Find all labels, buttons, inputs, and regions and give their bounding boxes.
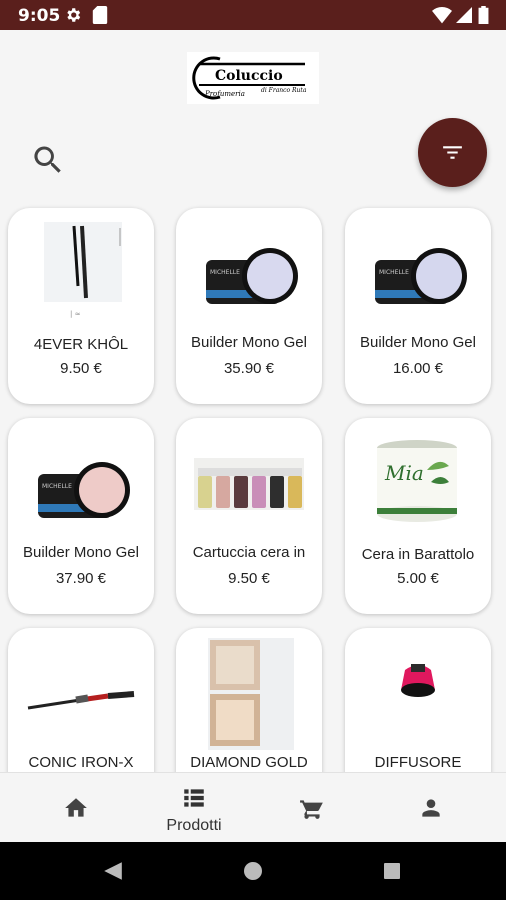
sd-card-icon xyxy=(92,6,108,24)
product-name: Builder Mono Gel xyxy=(23,544,139,561)
svg-text:Profumeria: Profumeria xyxy=(204,90,245,98)
bottom-navigation: Prodotti xyxy=(0,772,506,843)
product-image-compact-powder xyxy=(176,628,322,750)
product-name: DIAMOND GOLD xyxy=(190,754,308,771)
product-card[interactable]: MICHELLE Builder Mono Gel 37.90 € xyxy=(8,418,154,614)
search-button[interactable] xyxy=(30,142,66,178)
brand-logo: Coluccio di Franco Ruta Profumeria xyxy=(187,52,319,104)
product-name: Cartuccia cera in xyxy=(192,544,306,561)
home-icon xyxy=(65,798,87,817)
product-image-hair-diffuser xyxy=(345,628,491,743)
list-icon xyxy=(184,789,204,807)
product-image-wax-jar: Mia xyxy=(345,418,491,533)
product-price: 35.90 € xyxy=(223,360,275,377)
cart-icon xyxy=(300,800,323,819)
recents-icon[interactable] xyxy=(383,862,401,880)
nav-products-label: Prodotti xyxy=(166,817,222,834)
battery-icon xyxy=(478,6,489,24)
product-card[interactable]: DIAMOND GOLD xyxy=(176,628,322,772)
product-name: DIFFUSORE xyxy=(374,754,462,771)
product-price: 9.50 € xyxy=(228,570,270,587)
product-card[interactable]: | ≈ 4EVER KHÔL 9.50 € xyxy=(8,208,154,404)
svg-text:| ≈: | ≈ xyxy=(70,310,81,318)
person-icon xyxy=(422,799,440,817)
product-card[interactable]: Cartuccia cera in 9.50 € xyxy=(176,418,322,614)
product-image-wax-cartridges xyxy=(176,418,322,533)
product-name: Cera in Barattolo xyxy=(361,546,475,563)
nav-account[interactable] xyxy=(368,773,494,843)
product-name: Builder Mono Gel xyxy=(360,334,476,351)
search-icon xyxy=(34,146,61,173)
status-time: 9:05 xyxy=(18,6,61,26)
svg-text:di Franco Ruta: di Franco Ruta xyxy=(261,87,307,94)
product-price: 9.50 € xyxy=(60,360,102,377)
product-image-gel-jar: MICHELLE xyxy=(176,208,322,323)
system-navigation-bar xyxy=(0,842,506,900)
product-card[interactable]: CONIC IRON-X xyxy=(8,628,154,772)
product-card[interactable]: Mia Cera in Barattolo 5.00 € xyxy=(345,418,491,614)
svg-text:MICHELLE: MICHELLE xyxy=(210,269,240,276)
home-circle-icon[interactable] xyxy=(243,861,263,881)
signal-icon xyxy=(456,7,472,23)
svg-text:Coluccio: Coluccio xyxy=(215,68,283,84)
header: Coluccio di Franco Ruta Profumeria xyxy=(0,30,506,200)
product-image-gel-jar: MICHELLE xyxy=(345,208,491,323)
back-icon[interactable] xyxy=(102,860,124,882)
nav-home[interactable] xyxy=(13,773,139,843)
product-image-eyeliner: | ≈ xyxy=(8,208,154,323)
product-card[interactable]: MICHELLE Builder Mono Gel 16.00 € xyxy=(345,208,491,404)
filter-icon xyxy=(443,146,462,159)
product-image-gel-jar-pink: MICHELLE xyxy=(8,418,154,533)
gear-icon xyxy=(67,8,81,22)
product-price: 37.90 € xyxy=(55,570,107,587)
nav-products[interactable]: Prodotti xyxy=(131,773,257,843)
nav-cart[interactable] xyxy=(249,773,375,843)
filter-button[interactable] xyxy=(418,118,487,187)
product-price: 16.00 € xyxy=(392,360,444,377)
status-bar: 9:05 xyxy=(0,0,506,30)
svg-text:Mia: Mia xyxy=(384,461,424,485)
product-card[interactable]: MICHELLE Builder Mono Gel 35.90 € xyxy=(176,208,322,404)
product-name: Builder Mono Gel xyxy=(191,334,307,351)
svg-text:MICHELLE: MICHELLE xyxy=(379,269,409,276)
wifi-icon xyxy=(432,7,452,24)
product-name: CONIC IRON-X xyxy=(28,754,134,771)
product-price: 5.00 € xyxy=(397,570,439,587)
product-name: 4EVER KHÔL xyxy=(33,336,129,353)
svg-text:MICHELLE: MICHELLE xyxy=(42,483,72,490)
product-card[interactable]: DIFFUSORE xyxy=(345,628,491,772)
product-image-curling-iron xyxy=(8,628,154,743)
product-grid: | ≈ 4EVER KHÔL 9.50 € MICHELLE Builder M… xyxy=(0,200,506,772)
